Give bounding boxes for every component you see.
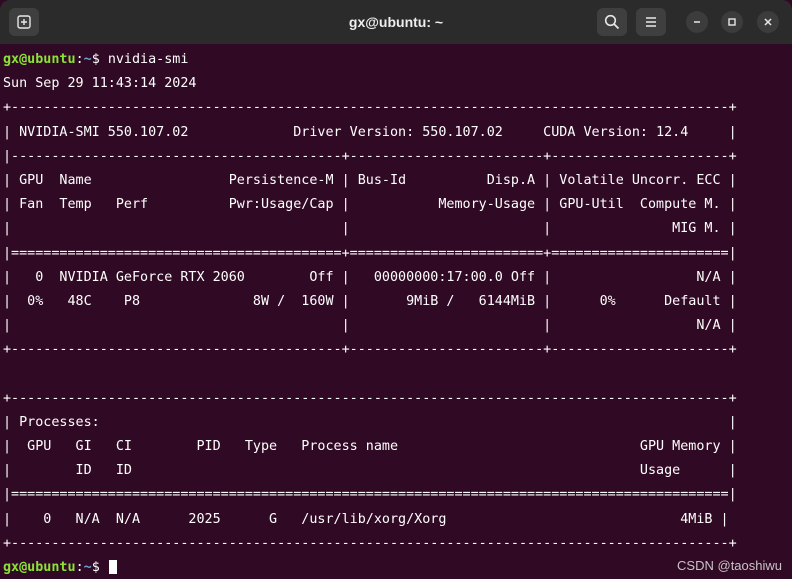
- smi-output-line: |---------------------------------------…: [3, 148, 737, 164]
- smi-output-line: | GPU GI CI PID Type Process name GPU Me…: [3, 439, 737, 454]
- minimize-button[interactable]: [686, 11, 708, 33]
- watermark: CSDN @taoshiwu: [677, 558, 782, 573]
- smi-output-line: +---------------------------------------…: [3, 535, 737, 551]
- smi-output-line: +---------------------------------------…: [3, 390, 737, 406]
- smi-output-line: | 0 N/A N/A 2025 G /usr/lib/xorg/Xorg 4M…: [3, 511, 729, 527]
- text-cursor: [108, 559, 117, 574]
- search-icon: [604, 14, 620, 30]
- smi-output-line: | NVIDIA-SMI 550.107.02 Driver Version: …: [3, 124, 737, 140]
- prompt-colon: :: [75, 559, 84, 575]
- search-button[interactable]: [597, 8, 627, 36]
- hamburger-menu-icon: [646, 17, 656, 27]
- smi-output-line: +---------------------------------------…: [3, 100, 737, 116]
- title-bar[interactable]: gx@ubuntu: ~: [0, 0, 792, 44]
- prompt-dollar: $: [91, 52, 108, 67]
- smi-output-line: | Processes: |: [3, 414, 737, 430]
- prompt-user-host: gx@ubuntu: [3, 559, 76, 575]
- window-title: gx@ubuntu: ~: [348, 14, 444, 30]
- smi-output-line: | Fan Temp Perf Pwr:Usage/Cap | Memory-U…: [3, 197, 737, 213]
- close-icon: [764, 18, 772, 26]
- minimize-icon: [694, 21, 700, 23]
- terminal-window: gx@ubuntu: ~ gx@ubuntu:~$ nvidia-smi Sun…: [0, 0, 792, 579]
- smi-output-line: | ID ID Usage |: [3, 463, 737, 479]
- smi-output-line: | 0% 48C P8 8W / 160W | 9MiB / 6144MiB |…: [3, 293, 737, 309]
- command-text: nvidia-smi: [107, 52, 189, 67]
- smi-output-line: | 0 NVIDIA GeForce RTX 2060 Off | 000000…: [3, 269, 737, 285]
- menu-button[interactable]: [636, 8, 666, 36]
- terminal-output[interactable]: gx@ubuntu:~$ nvidia-smi Sun Sep 29 11:43…: [3, 48, 792, 579]
- maximize-icon: [728, 18, 736, 26]
- smi-output-line: | GPU Name Persistence-M | Bus-Id Disp.A…: [3, 172, 737, 188]
- close-button[interactable]: [757, 11, 779, 33]
- maximize-button[interactable]: [721, 11, 743, 33]
- smi-output-line: [3, 362, 792, 386]
- smi-output-line: |=======================================…: [3, 487, 737, 503]
- smi-output-line: | | | MIG M. |: [3, 221, 737, 237]
- prompt-path: ~: [83, 559, 92, 575]
- command-line: gx@ubuntu:~$ nvidia-smi: [3, 48, 792, 72]
- prompt-user-host: gx@ubuntu: [3, 52, 76, 67]
- smi-output-line: +---------------------------------------…: [3, 342, 737, 358]
- current-prompt-line[interactable]: gx@ubuntu:~$: [3, 556, 792, 579]
- prompt-colon: :: [75, 52, 84, 67]
- prompt-path: ~: [83, 52, 92, 67]
- smi-output-line: | | | N/A |: [3, 318, 737, 334]
- smi-output-line: |=======================================…: [3, 245, 737, 261]
- prompt-dollar: $: [91, 559, 108, 575]
- nvidia-smi-output: +---------------------------------------…: [3, 96, 792, 556]
- date-line: Sun Sep 29 11:43:14 2024: [3, 76, 197, 92]
